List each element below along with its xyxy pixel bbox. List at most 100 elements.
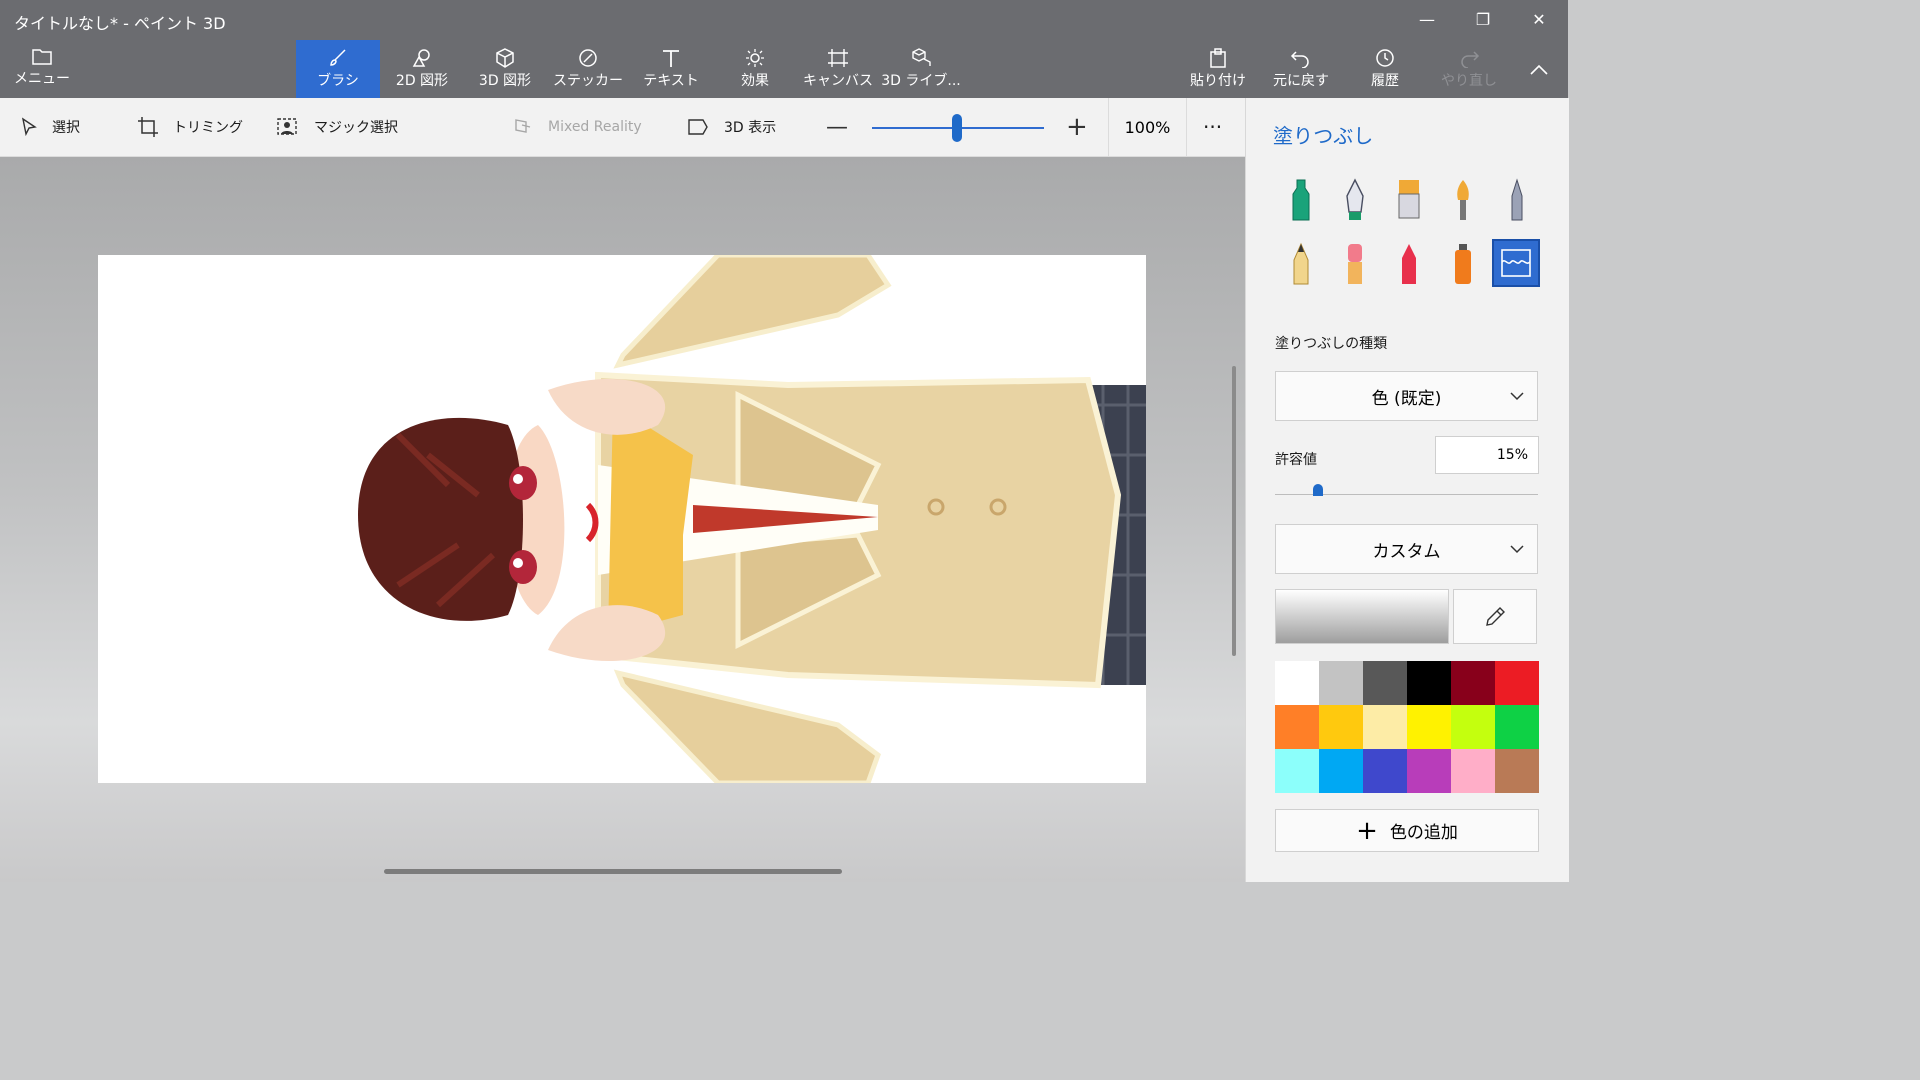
color-swatch[interactable] [1363, 661, 1407, 705]
history-icon [1376, 49, 1394, 67]
fill-bucket-icon [1501, 249, 1531, 277]
tool-stickers[interactable]: ステッカー [546, 40, 630, 98]
panel-title: 塗りつぶし [1273, 124, 1374, 148]
tool-3d-shapes[interactable]: 3D 図形 [463, 40, 547, 98]
color-swatch[interactable] [1275, 705, 1319, 749]
watercolor-icon [1457, 180, 1469, 220]
tool-label: 効果 [741, 73, 769, 89]
canvas-toolbar: 選択 トリミング マジック選択 Mixed Reality 3D 表示 — + … [0, 98, 1245, 157]
zoom-out-button[interactable]: — [826, 98, 848, 156]
horizontal-scrollbar[interactable] [384, 869, 842, 874]
add-color-label: 色の追加 [1389, 823, 1458, 843]
marker-brush[interactable] [1277, 176, 1325, 224]
add-color-button[interactable]: + 色の追加 [1275, 809, 1539, 852]
zoom-slider-thumb[interactable] [952, 114, 962, 142]
tolerance-label: 許容値 [1275, 452, 1317, 468]
color-swatch[interactable] [1407, 705, 1451, 749]
color-swatch[interactable] [1451, 749, 1495, 793]
fill-type-label: 塗りつぶしの種類 [1275, 336, 1388, 352]
current-color-preview[interactable] [1275, 589, 1449, 644]
color-palette [1275, 661, 1539, 793]
paste-button[interactable]: 貼り付け [1176, 40, 1260, 98]
eyedropper-icon [1486, 606, 1505, 626]
pixel-pen-brush[interactable] [1493, 176, 1541, 224]
oil-brush[interactable] [1385, 176, 1433, 224]
crop-button[interactable]: トリミング [137, 98, 243, 156]
more-button[interactable]: ··· [1203, 98, 1222, 156]
mixed-reality-button[interactable]: Mixed Reality [512, 98, 642, 156]
vertical-scrollbar[interactable] [1232, 366, 1236, 656]
fill-type-dropdown[interactable]: 色 (既定) [1275, 371, 1538, 421]
color-swatch[interactable] [1275, 749, 1319, 793]
color-swatch[interactable] [1495, 661, 1539, 705]
undo-button[interactable]: 元に戻す [1259, 40, 1343, 98]
view-3d-button[interactable]: 3D 表示 [686, 98, 776, 156]
color-swatch[interactable] [1319, 749, 1363, 793]
tool-effects[interactable]: 効果 [713, 40, 797, 98]
eraser-icon [1348, 244, 1362, 284]
minimize-button[interactable]: — [1404, 6, 1450, 34]
pencil-icon [1293, 242, 1309, 285]
tolerance-slider-thumb[interactable] [1313, 484, 1323, 496]
eyedropper-button[interactable] [1453, 589, 1537, 644]
chevron-down-icon [1510, 545, 1524, 554]
window-title: タイトルなし* - ペイント 3D [14, 14, 226, 33]
2d-shapes-icon [412, 49, 430, 67]
folder-icon [32, 49, 52, 65]
view-3d-label: 3D 表示 [724, 120, 777, 136]
color-swatch[interactable] [1319, 705, 1363, 749]
collapse-ribbon-button[interactable] [1510, 40, 1568, 98]
tool-text[interactable]: テキスト [629, 40, 713, 98]
select-label: 選択 [52, 120, 80, 136]
tool-label: ステッカー [553, 73, 623, 89]
canvas[interactable] [98, 255, 1146, 783]
zoom-percent[interactable]: 100% [1108, 98, 1187, 156]
tool-label: 2D 図形 [395, 73, 449, 89]
fill-bucket-brush[interactable] [1492, 239, 1540, 287]
plus-icon: + [1356, 815, 1378, 846]
color-swatch[interactable] [1363, 705, 1407, 749]
color-swatch[interactable] [1407, 661, 1451, 705]
magic-select-button[interactable]: マジック選択 [276, 98, 398, 156]
tool-brush[interactable]: ブラシ [296, 40, 380, 98]
restore-button[interactable]: ❐ [1460, 6, 1506, 34]
3d-view-icon [688, 119, 708, 135]
undo-icon [1290, 51, 1309, 68]
crayon-brush[interactable] [1385, 240, 1433, 288]
chevron-down-icon [1510, 392, 1524, 401]
redo-icon [1461, 51, 1480, 68]
eraser-brush[interactable] [1331, 240, 1379, 288]
magic-select-label: マジック選択 [314, 120, 398, 136]
tolerance-input[interactable]: 15% [1435, 436, 1539, 474]
color-swatch[interactable] [1495, 749, 1539, 793]
crayon-icon [1402, 244, 1416, 284]
tool-label: キャンバス [803, 73, 873, 89]
tool-2d-shapes[interactable]: 2D 図形 [380, 40, 464, 98]
crop-icon [138, 117, 158, 137]
calligraphy-pen-brush[interactable] [1331, 176, 1379, 224]
pencil-brush[interactable] [1277, 240, 1325, 288]
menu-label: メニュー [14, 71, 70, 87]
redo-button[interactable]: やり直し [1427, 40, 1511, 98]
menu-button[interactable]: メニュー [0, 40, 84, 98]
watercolor-brush[interactable] [1439, 176, 1487, 224]
color-swatch[interactable] [1407, 749, 1451, 793]
color-swatch[interactable] [1495, 705, 1539, 749]
color-swatch[interactable] [1363, 749, 1407, 793]
zoom-in-button[interactable]: + [1066, 98, 1088, 156]
mixed-reality-icon [515, 119, 531, 133]
close-button[interactable]: ✕ [1516, 6, 1562, 34]
color-swatch[interactable] [1451, 705, 1495, 749]
tool-canvas[interactable]: キャンバス [796, 40, 880, 98]
color-swatch[interactable] [1319, 661, 1363, 705]
color-swatch[interactable] [1451, 661, 1495, 705]
chevron-up-icon [1530, 64, 1548, 75]
history-button[interactable]: 履歴 [1343, 40, 1427, 98]
redo-label: やり直し [1441, 73, 1497, 89]
color-swatch[interactable] [1275, 661, 1319, 705]
tool-label: 3D ライブ... [881, 73, 961, 89]
spray-can-brush[interactable] [1439, 240, 1487, 288]
color-mode-dropdown[interactable]: カスタム [1275, 524, 1538, 574]
tool-3d-library[interactable]: 3D ライブ... [879, 40, 963, 98]
select-button[interactable]: 選択 [20, 98, 80, 156]
